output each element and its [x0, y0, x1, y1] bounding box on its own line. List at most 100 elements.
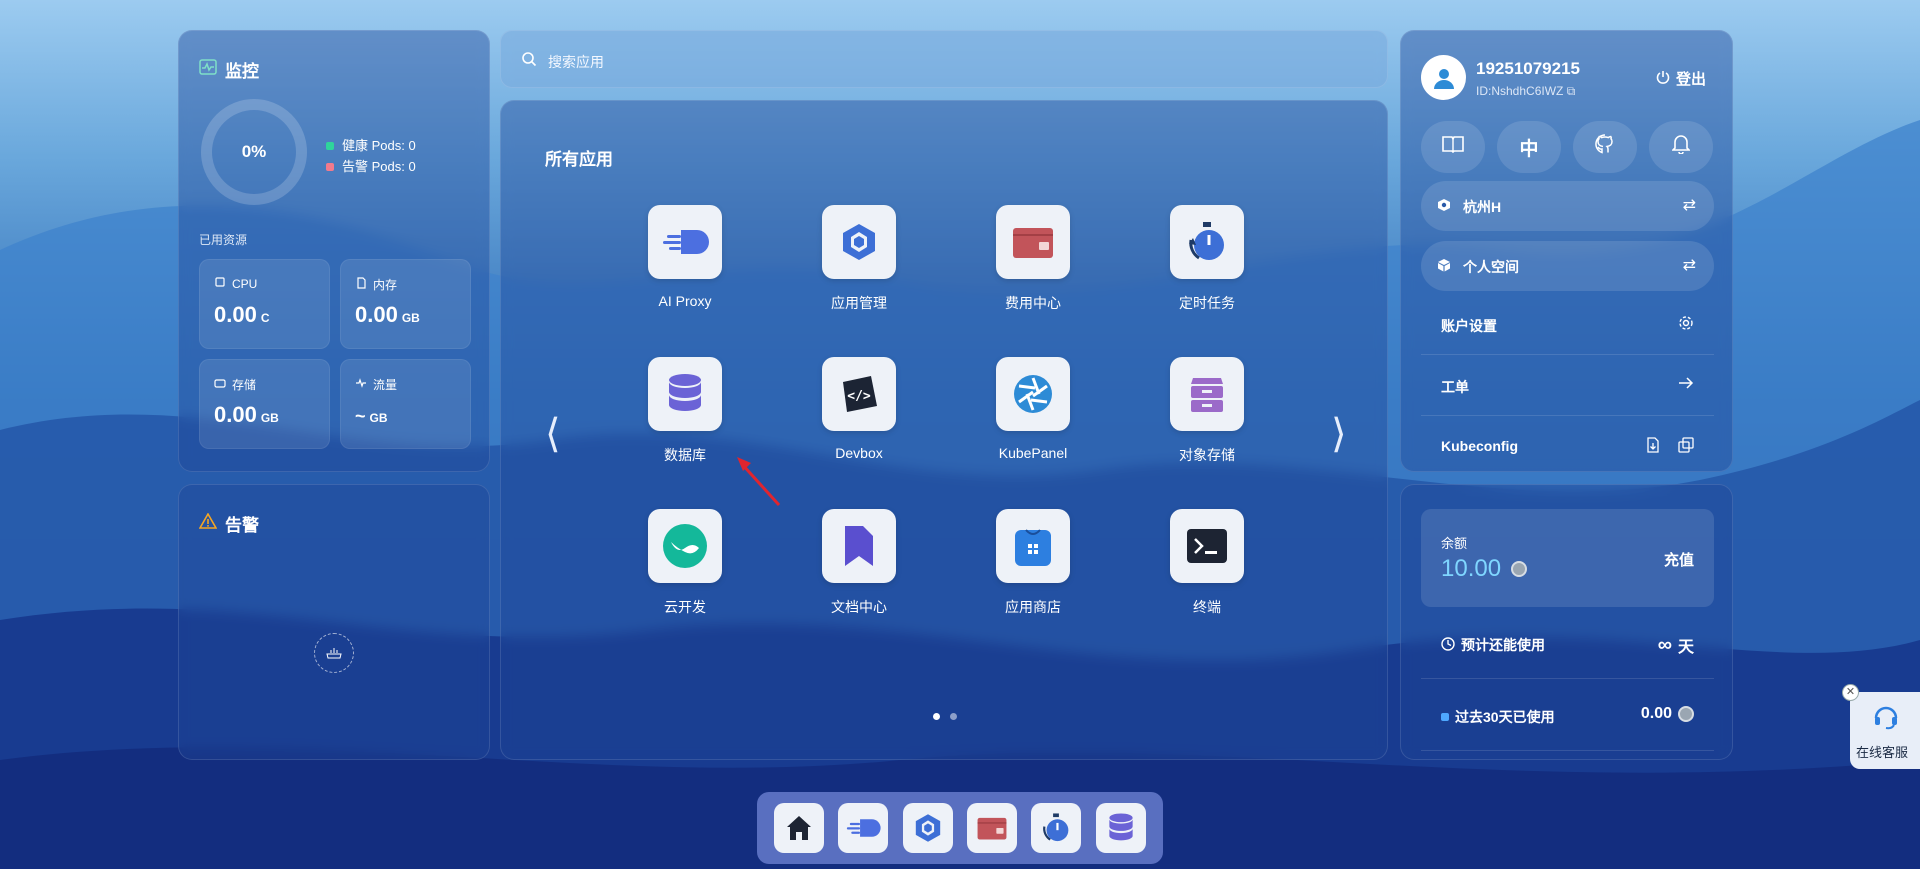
series-dot	[1441, 713, 1449, 721]
balance-card: 余额 10.00 充值	[1421, 509, 1714, 607]
infinity-icon: ∞	[1657, 633, 1672, 656]
app-app-manage[interactable]: 应用管理	[799, 205, 919, 313]
wallet-icon	[977, 817, 1007, 840]
language-button[interactable]: 中	[1497, 121, 1561, 173]
copy-icon[interactable]: ⧉	[1567, 84, 1576, 98]
monitor-panel: 监控 0% 健康 Pods: 0 告警 Pods: 0 已用资源 CPU 0.0…	[178, 30, 490, 472]
coin-icon	[1511, 561, 1528, 577]
app-kubepanel[interactable]: KubePanel	[973, 357, 1093, 461]
github-icon	[1594, 133, 1616, 161]
app-terminal[interactable]: 终端	[1147, 509, 1267, 617]
ticket-row[interactable]: 工单	[1421, 356, 1714, 416]
dock-app-manage[interactable]	[902, 803, 953, 853]
alerts-panel: 告警	[178, 484, 490, 760]
dock-ai-proxy[interactable]	[838, 803, 889, 853]
pods-legend: 健康 Pods: 0 告警 Pods: 0	[326, 135, 416, 177]
clock-icon	[1441, 636, 1455, 654]
balance-label: 余额	[1441, 536, 1468, 551]
search-icon	[521, 51, 537, 72]
monitor-icon	[199, 59, 217, 80]
app-object-storage[interactable]: 对象存储	[1147, 357, 1267, 465]
dock-billing[interactable]	[967, 803, 1018, 853]
user-id[interactable]: ID:NshdhC6IWZ ⧉	[1476, 84, 1575, 99]
red-pointer-arrow	[737, 457, 781, 507]
coin-icon	[1678, 706, 1694, 722]
docs-quick-button[interactable]	[1421, 121, 1485, 173]
search-bar[interactable]: 搜索应用	[500, 30, 1388, 88]
online-service-widget[interactable]: ✕ 在线客服	[1842, 684, 1920, 769]
dock	[757, 792, 1163, 864]
download-icon[interactable]	[1646, 437, 1660, 458]
app-cron[interactable]: 定时任务	[1147, 205, 1267, 313]
avatar[interactable]	[1421, 55, 1466, 100]
alert-pods-text: 告警 Pods: 0	[342, 159, 416, 174]
user-panel: 19251079215 ID:NshdhC6IWZ ⧉ 登出 中 杭州H ⇄ 个…	[1400, 30, 1733, 472]
app-cloud-dev[interactable]: 云开发	[625, 509, 745, 617]
ai-proxy-icon	[648, 205, 722, 279]
workspace-switcher[interactable]: 个人空间 ⇄	[1421, 241, 1714, 291]
page-dot-2[interactable]	[950, 713, 957, 720]
switch-icon: ⇄	[1682, 257, 1696, 274]
app-database[interactable]: 数据库	[625, 357, 745, 465]
healthy-pods-text: 健康 Pods: 0	[342, 138, 416, 153]
bell-icon	[1671, 134, 1691, 160]
region-icon	[1437, 198, 1451, 217]
traffic-card: 流量 ~ GB	[340, 359, 471, 449]
logout-button[interactable]: 登出	[1656, 68, 1706, 89]
database-icon	[1109, 813, 1133, 841]
next-page-arrow[interactable]: ⟩	[1331, 411, 1347, 457]
app-ai-proxy[interactable]: AI Proxy	[625, 205, 745, 309]
app-store[interactable]: 应用商店	[973, 509, 1093, 617]
empty-state-icon	[314, 633, 354, 673]
book-icon	[1442, 135, 1464, 159]
monitor-title: 监控	[199, 57, 259, 82]
cube-icon	[1437, 258, 1451, 277]
prev-page-arrow[interactable]: ⟨	[545, 411, 561, 457]
cpu-card: CPU 0.00 C	[199, 259, 330, 349]
github-button[interactable]	[1573, 121, 1637, 173]
power-icon	[1656, 70, 1670, 88]
warning-icon	[198, 512, 218, 534]
storage-card: 存储 0.00 GB	[199, 359, 330, 449]
app-docs[interactable]: 文档中心	[799, 509, 919, 617]
balance-panel: 余额 10.00 充值 预计还能使用 ∞ 天 过去30天已使用 0.00	[1400, 484, 1733, 760]
object-storage-icon	[1170, 357, 1244, 431]
used-resources-label: 已用资源	[199, 233, 248, 247]
app-billing[interactable]: 费用中心	[973, 205, 1093, 313]
app-manage-icon	[822, 205, 896, 279]
app-manage-icon	[915, 814, 941, 842]
dock-home[interactable]	[774, 803, 825, 853]
region-switcher[interactable]: 杭州H ⇄	[1421, 181, 1714, 231]
alerts-title: 告警	[198, 511, 259, 536]
close-icon[interactable]: ✕	[1842, 684, 1859, 701]
switch-icon: ⇄	[1682, 197, 1696, 214]
balance-amount: 10.00	[1441, 555, 1528, 583]
gear-icon	[1678, 315, 1694, 336]
remaining-row: 预计还能使用 ∞ 天	[1421, 609, 1714, 679]
dock-cron[interactable]	[1031, 803, 1082, 853]
kubeconfig-row[interactable]: Kubeconfig	[1421, 417, 1714, 477]
database-icon	[648, 357, 722, 431]
page-dot-1[interactable]	[933, 713, 940, 720]
cloud-dev-icon	[648, 509, 722, 583]
notification-button[interactable]	[1649, 121, 1713, 173]
headset-icon	[1872, 702, 1900, 735]
kubepanel-icon	[996, 357, 1070, 431]
account-settings-row[interactable]: 账户设置	[1421, 295, 1714, 355]
app-devbox[interactable]: </> Devbox	[799, 357, 919, 461]
recharge-button[interactable]: 充值	[1664, 549, 1694, 570]
page-indicator	[933, 713, 957, 720]
memory-card: 内存 0.00 GB	[340, 259, 471, 349]
arrow-right-icon	[1678, 376, 1694, 395]
healthy-dot	[326, 141, 334, 150]
search-input[interactable]: 搜索应用	[548, 52, 604, 72]
cpu-icon	[214, 276, 226, 291]
docs-icon	[822, 509, 896, 583]
dock-database[interactable]	[1095, 803, 1146, 853]
timer-icon	[1170, 205, 1244, 279]
apps-panel: 所有应用 ⟨ ⟩ AI Proxy 应用管理 费用中心 定时任务 数据库 </>…	[500, 100, 1388, 760]
copy-icon[interactable]	[1678, 437, 1694, 458]
memory-icon	[355, 277, 367, 292]
traffic-icon	[355, 377, 367, 392]
ai-proxy-icon	[847, 819, 882, 837]
